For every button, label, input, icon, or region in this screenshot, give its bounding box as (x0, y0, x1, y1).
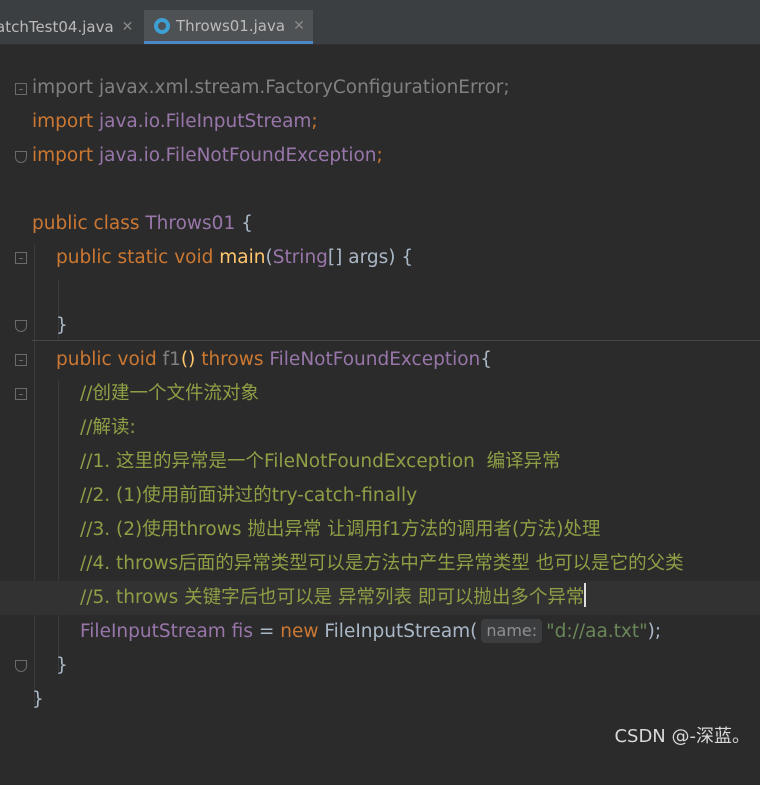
code-line: import java.io.FileNotFoundException; (32, 145, 383, 166)
text-caret (584, 583, 587, 607)
code-line: FileInputStream fis = new FileInputStrea… (80, 619, 662, 643)
code-line: //解读: (80, 417, 136, 438)
code-line: } (32, 689, 44, 710)
close-icon[interactable]: ✕ (122, 19, 134, 35)
tab-label: Throws01.java (176, 16, 286, 35)
close-icon[interactable]: ✕ (293, 18, 305, 34)
watermark: CSDN @-深蓝。 (614, 726, 750, 747)
tab-catchtest04[interactable]: atchTest04.java ✕ (0, 10, 141, 44)
code-line: public static void main(String[] args) { (56, 247, 414, 268)
parameter-hint: name: (481, 619, 543, 643)
code-line: public void f1() throws FileNotFoundExce… (56, 349, 493, 370)
code-line: } (56, 655, 68, 676)
tab-throws01[interactable]: Throws01.java ✕ (144, 10, 313, 44)
code-line: //4. throws后面的异常类型可以是方法中产生异常类型 也可以是它的父类 (80, 553, 684, 574)
code-line: public class Throws01 { (32, 213, 253, 234)
editor-tab-bar: atchTest04.java ✕ Throws01.java ✕ (0, 0, 760, 45)
code-line: //2. (1)使用前面讲过的try-catch-finally (80, 485, 418, 506)
code-line: //3. (2)使用throws 抛出异常 让调用f1方法的调用者(方法)处理 (80, 519, 601, 540)
code-line: //1. 这里的异常是一个FileNotFoundException 编译异常 (80, 451, 561, 472)
code-line: } (56, 315, 68, 336)
tab-label: atchTest04.java (0, 18, 114, 36)
code-line: import javax.xml.stream.FactoryConfigura… (32, 77, 510, 98)
current-code-line: //5. throws 关键字后也可以是 异常列表 即可以抛出多个异常 (0, 581, 760, 615)
java-class-icon (154, 17, 170, 34)
code-line: //创建一个文件流对象 (80, 383, 259, 404)
code-line: import java.io.FileInputStream; (32, 111, 318, 132)
code-editor[interactable]: import javax.xml.stream.FactoryConfigura… (0, 45, 760, 754)
